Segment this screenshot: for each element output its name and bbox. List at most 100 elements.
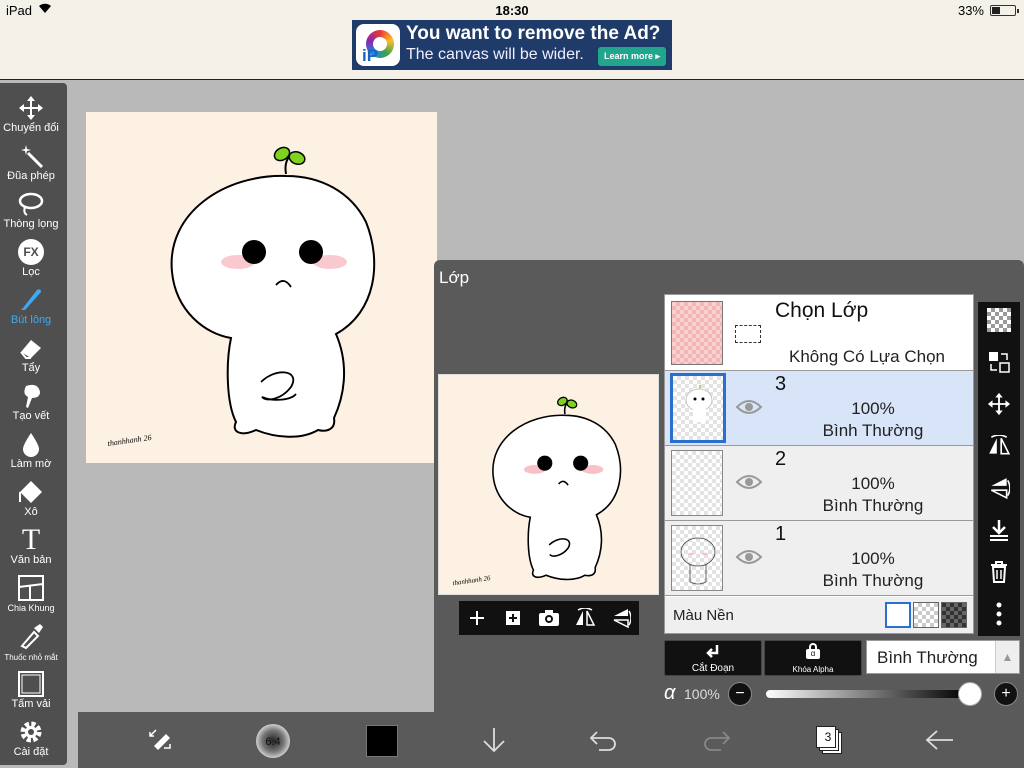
svg-text:thanhhanh 26: thanhhanh 26 (107, 433, 152, 448)
layer-blend-mode: Bình Thường (822, 496, 924, 515)
ibis-logo-icon: iP (356, 24, 400, 66)
brush-size-indicator[interactable]: 6.4 (256, 724, 290, 758)
fx-filter-icon: FX (0, 237, 62, 267)
background-transparent-swatch[interactable] (913, 602, 939, 628)
layer-blend-mode: Bình Thường (822, 571, 924, 590)
opacity-slider[interactable] (766, 690, 966, 698)
background-color-label: Màu Nền (673, 607, 734, 624)
ad-headline: You want to remove the Ad? (406, 23, 661, 44)
smudge-icon (0, 381, 62, 411)
add-layer-icon[interactable] (463, 604, 491, 632)
tool-text[interactable]: T Văn bản (0, 521, 62, 569)
alpha-lock-button[interactable]: α Khóa Alpha (764, 640, 862, 676)
tool-bucket[interactable]: Xô (0, 473, 62, 521)
battery-percent: 33% (957, 3, 984, 18)
tool-eyedropper[interactable]: Thuốc nhỏ mắt (0, 617, 62, 665)
merge-down-icon[interactable] (978, 512, 1020, 548)
background-color-row: Màu Nền (665, 597, 973, 633)
back-arrow-icon[interactable] (920, 720, 960, 760)
layer-row-2[interactable]: 2 100% Bình Thường (665, 446, 973, 521)
layer-preview: thanhhanh 26 (438, 374, 659, 595)
artboard[interactable]: thanhhanh 26 (86, 112, 437, 463)
tool-lasso[interactable]: Thòng lọng (0, 185, 62, 233)
tool-magic-wand[interactable]: Đũa phép (0, 137, 62, 185)
blend-mode-value: Bình Thường (877, 648, 978, 667)
preview-drawing: thanhhanh 26 (452, 396, 622, 587)
layer-number: 2 (775, 448, 787, 470)
layer-thumbnail (671, 525, 723, 591)
move-icon (0, 93, 62, 123)
opacity-decrease-button[interactable]: − (728, 682, 752, 706)
color-swatch[interactable] (366, 725, 398, 757)
alpha-symbol: α (664, 682, 676, 704)
character-drawing: thanhhanh 26 (107, 146, 376, 448)
layer-thumbnail (671, 450, 723, 516)
selection-layer-status: Không Có Lựa Chọn (789, 347, 945, 366)
lasso-icon (0, 189, 62, 219)
redo-icon[interactable] (696, 720, 736, 760)
tool-frame-divider[interactable]: Chia Khung (0, 569, 62, 617)
brush-edit-icon[interactable] (140, 720, 180, 760)
selection-layer-title: Chọn Lớp (775, 299, 869, 322)
arrow-down-icon[interactable] (474, 720, 514, 760)
magic-wand-icon (0, 141, 62, 171)
text-icon: T (21, 523, 41, 556)
more-options-icon[interactable] (978, 596, 1020, 632)
checkerboard-icon[interactable] (978, 302, 1020, 338)
blend-mode-select[interactable]: Bình Thường ▲ (866, 640, 1020, 674)
opacity-control: α 100% − + (664, 680, 1020, 710)
ad-banner[interactable]: iP You want to remove the Ad? The canvas… (352, 20, 672, 70)
status-bar: iPad 18:30 33% (0, 0, 1024, 20)
brush-icon (0, 285, 62, 315)
preview-actions-bar (459, 601, 639, 635)
layer-number: 1 (775, 523, 787, 545)
selection-layer-thumbnail (671, 301, 723, 365)
tool-transform[interactable]: Chuyển đổi (0, 89, 62, 137)
blur-icon (0, 429, 62, 459)
eyedropper-icon (0, 621, 62, 651)
tool-settings[interactable]: Cài đặt (0, 713, 62, 761)
flip-vertical-icon[interactable] (607, 604, 635, 632)
layer-opacity: 100% (851, 399, 895, 418)
visibility-eye-icon[interactable] (735, 397, 763, 417)
opacity-increase-button[interactable]: + (994, 682, 1018, 706)
visibility-eye-icon[interactable] (735, 472, 763, 492)
opacity-slider-handle[interactable] (958, 682, 982, 706)
layers-button[interactable]: 3 (816, 726, 844, 756)
eraser-icon (0, 333, 62, 363)
background-white-swatch[interactable] (885, 602, 911, 628)
trash-icon[interactable] (978, 554, 1020, 590)
opacity-value: 100% (684, 686, 720, 702)
tool-brush[interactable]: Bút lông (0, 281, 62, 329)
layer-opacity: 100% (851, 474, 895, 493)
tool-blur[interactable]: Làm mờ (0, 425, 62, 473)
tool-filter[interactable]: FX Lọc (0, 233, 62, 281)
layer-number: 3 (775, 373, 787, 395)
layer-opacity: 100% (851, 549, 895, 568)
layer-swap-icon[interactable] (978, 344, 1020, 380)
background-dark-swatch[interactable] (941, 602, 967, 628)
clipping-button[interactable]: Cắt Đoạn (664, 640, 762, 676)
flip-horizontal-icon[interactable] (571, 604, 599, 632)
left-toolbar: Chuyển đổi Đũa phép Thòng lọng FX Lọc Bú… (0, 83, 67, 765)
bucket-icon (0, 477, 62, 507)
selection-marquee-icon (735, 325, 761, 343)
tool-smudge[interactable]: Tạo vết (0, 377, 62, 425)
layer-row-3[interactable]: 3 100% Bình Thường (665, 371, 973, 446)
battery-icon (990, 5, 1019, 16)
ad-learn-more-button[interactable]: Learn more ▸ (597, 47, 666, 66)
tool-eraser[interactable]: Tẩy (0, 329, 62, 377)
flip-vertical-icon[interactable] (978, 470, 1020, 506)
move-layer-icon[interactable] (978, 386, 1020, 422)
selection-layer-row[interactable]: Chọn Lớp Không Có Lựa Chọn (665, 295, 973, 371)
layer-blend-mode: Bình Thường (822, 421, 924, 440)
layer-row-1[interactable]: 1 100% Bình Thường (665, 521, 973, 596)
camera-icon[interactable] (535, 604, 563, 632)
duplicate-layer-icon[interactable] (499, 604, 527, 632)
undo-icon[interactable] (584, 720, 624, 760)
visibility-eye-icon[interactable] (735, 547, 763, 567)
canvas-icon (0, 669, 62, 699)
ad-area: iP You want to remove the Ad? The canvas… (0, 20, 1024, 80)
flip-horizontal-icon[interactable] (978, 428, 1020, 464)
tool-canvas[interactable]: Tấm vải (0, 665, 62, 713)
